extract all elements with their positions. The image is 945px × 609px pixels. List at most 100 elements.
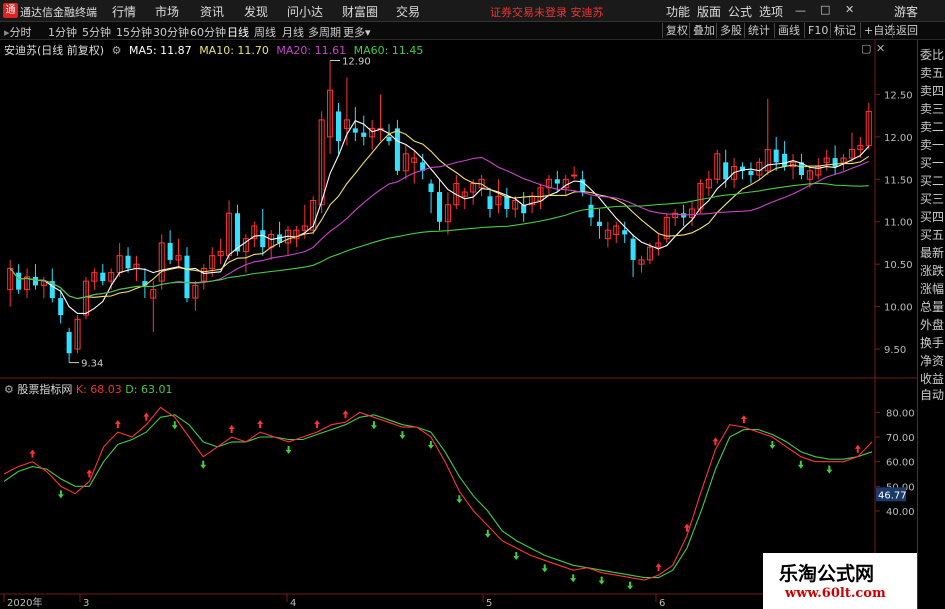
side-buy3[interactable]: 买三: [920, 190, 945, 207]
fuquan-button[interactable]: 复权: [662, 23, 691, 38]
k-line: [3, 406, 873, 581]
candle-down: [184, 255, 190, 299]
buy-arrow-icon: [712, 437, 719, 446]
close-icon[interactable]: ✕: [845, 3, 854, 16]
app-logo-icon: 通: [3, 3, 18, 18]
menu-shichang[interactable]: 市场: [155, 3, 179, 20]
side-change-pct[interactable]: 涨幅: [920, 280, 945, 297]
login-status[interactable]: 证券交易未登录 安迪苏: [490, 4, 604, 20]
menu-jiaoyi[interactable]: 交易: [396, 3, 420, 20]
candle-down: [554, 179, 560, 184]
d-line: [3, 414, 873, 579]
expand-icon[interactable]: ▢: [861, 42, 871, 55]
diejia-button[interactable]: 叠加: [689, 23, 718, 38]
side-sell4[interactable]: 卖四: [920, 82, 945, 99]
side-change[interactable]: 涨跌: [920, 262, 945, 279]
app-title: 通达信金融终端: [20, 6, 97, 19]
price-tick-label: 11.00: [884, 218, 913, 229]
side-sell3[interactable]: 卖三: [920, 100, 945, 117]
tab-more[interactable]: 更多▾: [343, 24, 371, 40]
menu-hangqing[interactable]: 行情: [112, 3, 136, 20]
tab-weekly[interactable]: 周线: [254, 24, 276, 40]
candle-down: [596, 221, 602, 226]
minimize-icon[interactable]: —: [795, 4, 806, 17]
side-buy2[interactable]: 买二: [920, 172, 945, 189]
stock-chart[interactable]: 12.50 12.00 11.50 11.00 10.50 10.00 9.50 12.90…: [0, 40, 917, 609]
side-auto[interactable]: 自动: [920, 386, 945, 403]
candle-down: [588, 204, 594, 218]
menu-gongneng[interactable]: 功能: [666, 3, 690, 20]
date-label: 3: [83, 598, 89, 609]
side-buy5[interactable]: 买五: [920, 226, 945, 243]
price-tick-label: 12.00: [884, 133, 913, 144]
menu-faxian[interactable]: 发现: [244, 3, 268, 20]
quote-sidepanel: 委比 卖五 卖四 卖三 卖二 卖一 买一 买二 买三 买四 买五 最新 涨跌 涨…: [917, 40, 945, 609]
tab-label: 更多: [343, 26, 365, 39]
date-label: 6: [659, 598, 665, 609]
menu-wenxiaoda[interactable]: 问小达: [287, 3, 323, 20]
menu-gongshi[interactable]: 公式: [728, 3, 752, 20]
duogu-button[interactable]: 多股: [716, 23, 745, 38]
candle-down: [723, 162, 729, 180]
menu-xuanxiang[interactable]: 选项: [759, 3, 783, 20]
stock-name: 安迪苏(日线 前复权): [4, 44, 105, 57]
candle-down: [773, 149, 779, 163]
tab-5min[interactable]: 5分钟: [82, 24, 111, 40]
back-button[interactable]: 返回: [892, 23, 921, 38]
side-earnings[interactable]: 收益: [920, 370, 945, 387]
tab-15min[interactable]: 15分钟: [116, 24, 152, 40]
candle-down: [352, 128, 358, 133]
high-label: 12.90: [342, 56, 371, 67]
sell-arrow-icon: [513, 552, 520, 560]
close-panel-icon[interactable]: ✕: [876, 42, 885, 55]
side-latest[interactable]: 最新: [920, 244, 945, 261]
tab-fenshi[interactable]: ▸分时: [4, 24, 32, 40]
side-sell5[interactable]: 卖五: [920, 64, 945, 81]
side-sell2[interactable]: 卖二: [920, 118, 945, 135]
side-netasset[interactable]: 净资: [920, 352, 945, 369]
side-volume[interactable]: 总量: [920, 298, 945, 315]
kdj-tick-label: 80.00: [886, 408, 915, 419]
side-turnover[interactable]: 换手: [920, 334, 945, 351]
tongji-button[interactable]: 统计: [744, 23, 773, 38]
restore-icon[interactable]: □: [820, 3, 830, 16]
sell-arrow-icon: [541, 564, 548, 573]
buy-arrow-icon: [114, 420, 121, 429]
sell-arrow-icon: [627, 581, 634, 590]
menu-banmian[interactable]: 版面: [697, 3, 721, 20]
menu-caifuquan[interactable]: 财富圈: [342, 3, 378, 20]
date-axis: 2020年 3 4 5 6: [3, 594, 665, 609]
indicator-legend: ⚙ 股票指标网 K: 68.03 D: 63.01: [4, 381, 172, 397]
side-outer[interactable]: 外盘: [920, 316, 945, 333]
tab-multi-period[interactable]: 多周期: [308, 24, 341, 40]
side-weibi[interactable]: 委比: [920, 46, 945, 63]
candle-down: [386, 136, 392, 142]
ma20-value: MA20: 11.61: [276, 44, 347, 57]
biaoji-button[interactable]: 标记: [830, 23, 859, 38]
menu-zixun[interactable]: 资讯: [200, 3, 224, 20]
kdj-tick-label: 70.00: [886, 433, 915, 444]
tab-daily[interactable]: 日线: [227, 24, 249, 40]
candle-down: [58, 298, 64, 316]
f10-button[interactable]: F10: [804, 23, 831, 38]
side-buy4[interactable]: 买四: [920, 208, 945, 225]
watermark-url: www.60lt.com: [785, 586, 886, 601]
candle-down: [66, 332, 72, 354]
sell-arrow-icon: [456, 495, 463, 504]
candle-down: [630, 238, 636, 260]
tab-monthly[interactable]: 月线: [282, 24, 304, 40]
candle-down: [748, 170, 754, 176]
sell-arrow-icon: [370, 421, 377, 430]
gear-icon[interactable]: ⚙: [112, 44, 122, 57]
tab-60min[interactable]: 60分钟: [190, 24, 226, 40]
ma60-value: MA60: 11.45: [353, 44, 424, 57]
sell-arrow-icon: [399, 431, 406, 440]
guest-label[interactable]: 游客: [894, 3, 918, 20]
huaxian-button[interactable]: 画线: [774, 23, 803, 38]
tab-30min[interactable]: 30分钟: [153, 24, 189, 40]
side-buy1[interactable]: 买一: [920, 154, 945, 171]
gear-icon[interactable]: ⚙: [4, 383, 14, 396]
kdj-tick-label: 40.00: [886, 507, 915, 518]
tab-1min[interactable]: 1分钟: [48, 24, 77, 40]
side-sell1[interactable]: 卖一: [920, 136, 945, 153]
